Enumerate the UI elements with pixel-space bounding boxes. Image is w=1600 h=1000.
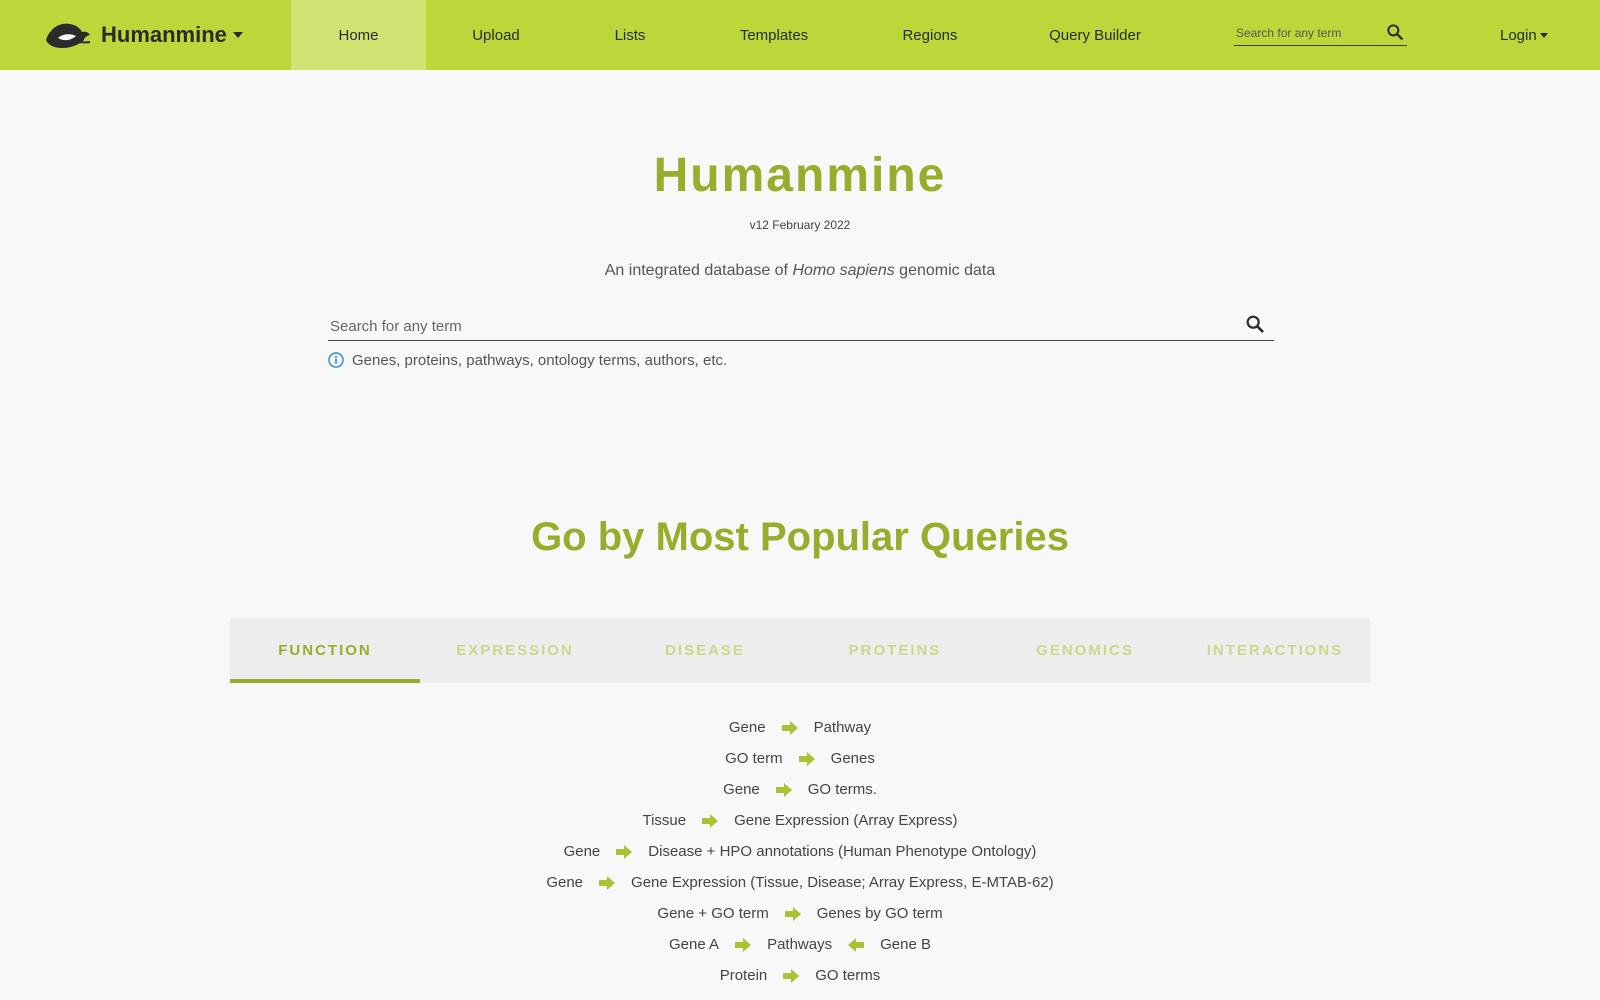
nav-search — [1234, 20, 1407, 46]
login-label: Login — [1500, 26, 1537, 44]
arrow-left-icon — [848, 937, 865, 952]
tagline-after: genomic data — [894, 262, 996, 279]
nav-templates[interactable]: Templates — [722, 0, 826, 70]
chevron-down-icon — [1539, 32, 1548, 38]
info-icon — [328, 352, 344, 368]
query-to: GO terms — [815, 967, 881, 984]
query-back: Gene B — [880, 936, 931, 953]
search-hint: Genes, proteins, pathways, ontology term… — [328, 350, 727, 370]
query-list: Gene Pathway GO term Genes Gene GO terms… — [0, 712, 1600, 991]
tagline-before: An integrated database of — [604, 262, 793, 279]
query-from: Protein — [719, 967, 768, 984]
brand-name: Humanmine — [101, 22, 227, 47]
search-icon[interactable] — [1385, 22, 1405, 42]
nav-query-builder[interactable]: Query Builder — [1040, 0, 1150, 70]
nav-lists[interactable]: Lists — [590, 0, 670, 70]
nav-search-input[interactable] — [1236, 24, 1376, 42]
brand[interactable]: Humanmine — [44, 16, 243, 54]
query-item[interactable]: Gene Disease + HPO annotations (Human Ph… — [0, 836, 1600, 867]
query-item[interactable]: Gene GO terms. — [0, 774, 1600, 805]
chevron-down-icon — [232, 32, 243, 38]
query-to: Pathways — [767, 936, 833, 953]
arrow-right-icon — [702, 813, 719, 828]
query-from: Gene — [728, 719, 766, 736]
tagline-species: Homo sapiens — [792, 262, 895, 279]
query-to: Disease + HPO annotations (Human Phenoty… — [648, 843, 1037, 860]
query-from: Gene — [546, 874, 584, 891]
navbar: Humanmine Home Upload Lists Templates Re… — [0, 0, 1600, 70]
query-item[interactable]: Gene Pathway — [0, 712, 1600, 743]
query-from: Gene + GO term — [657, 905, 769, 922]
query-to: GO terms. — [807, 781, 877, 798]
query-item[interactable]: Protein GO terms — [0, 960, 1600, 991]
arrow-right-icon — [798, 751, 815, 766]
query-to: Genes — [830, 750, 875, 767]
query-item[interactable]: Gene Gene Expression (Tissue, Disease; A… — [0, 867, 1600, 898]
query-from: Tissue — [642, 812, 687, 829]
query-to: Genes by GO term — [816, 905, 943, 922]
query-item[interactable]: Gene + GO term Genes by GO term — [0, 898, 1600, 929]
query-item[interactable]: GO term Genes — [0, 743, 1600, 774]
nav-regions[interactable]: Regions — [880, 0, 980, 70]
nav-home[interactable]: Home — [291, 0, 426, 70]
query-to: Gene Expression (Array Express) — [734, 812, 958, 829]
query-item[interactable]: Gene A Pathways Gene B — [0, 929, 1600, 960]
login-menu[interactable]: Login — [1500, 0, 1548, 70]
arrow-right-icon — [775, 782, 792, 797]
query-to: Pathway — [813, 719, 872, 736]
tab-disease[interactable]: Disease — [610, 618, 800, 683]
tab-expression[interactable]: Expression — [420, 618, 610, 683]
arrow-right-icon — [781, 720, 798, 735]
arrow-right-icon — [784, 906, 801, 921]
arrow-right-icon — [735, 937, 752, 952]
arrow-right-icon — [783, 968, 800, 983]
popular-queries-title: Go by Most Popular Queries — [531, 515, 1069, 559]
page-title: Humanmine — [653, 149, 947, 202]
main-search — [328, 308, 1274, 341]
search-icon[interactable] — [1244, 313, 1266, 335]
main-search-input[interactable] — [330, 315, 1210, 337]
query-to: Gene Expression (Tissue, Disease; Array … — [631, 874, 1054, 891]
tab-function[interactable]: Function — [230, 618, 420, 683]
tab-genomics[interactable]: Genomics — [990, 618, 1180, 683]
search-hint-text: Genes, proteins, pathways, ontology term… — [352, 351, 728, 369]
query-from: Gene — [563, 843, 601, 860]
version-label: v12 February 2022 — [749, 218, 851, 232]
arrow-right-icon — [616, 844, 633, 859]
tab-interactions[interactable]: Interactions — [1180, 618, 1370, 683]
query-tabs: Function Expression Disease Proteins Gen… — [230, 618, 1370, 683]
humanmine-logo-icon — [46, 23, 91, 48]
query-from: GO term — [725, 750, 783, 767]
arrow-right-icon — [599, 875, 616, 890]
nav-upload[interactable]: Upload — [456, 0, 536, 70]
query-from: Gene A — [669, 936, 720, 953]
query-item[interactable]: Tissue Gene Expression (Array Express) — [0, 805, 1600, 836]
query-from: Gene — [723, 781, 760, 798]
tab-proteins[interactable]: Proteins — [800, 618, 990, 683]
tagline: An integrated database of Homo sapiens g… — [0, 262, 1600, 280]
